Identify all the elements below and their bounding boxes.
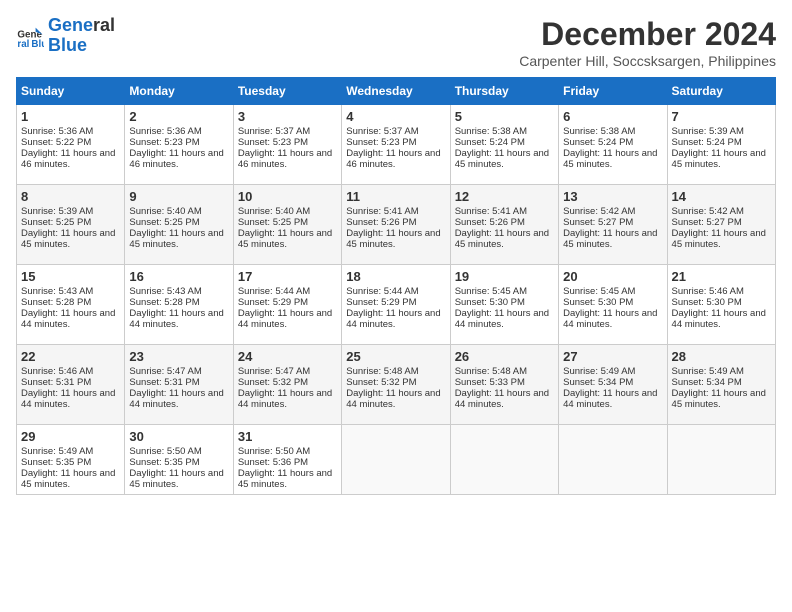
col-wednesday: Wednesday xyxy=(342,78,450,105)
month-title: December 2024 xyxy=(519,16,776,53)
table-row: 9Sunrise: 5:40 AMSunset: 5:25 PMDaylight… xyxy=(125,185,233,265)
calendar-week-2: 8Sunrise: 5:39 AMSunset: 5:25 PMDaylight… xyxy=(17,185,776,265)
header-row: Sunday Monday Tuesday Wednesday Thursday… xyxy=(17,78,776,105)
logo-icon: Gene ral Blue xyxy=(16,22,44,50)
col-monday: Monday xyxy=(125,78,233,105)
location: Carpenter Hill, Soccsksargen, Philippine… xyxy=(519,53,776,69)
table-row: 28Sunrise: 5:49 AMSunset: 5:34 PMDayligh… xyxy=(667,345,775,425)
table-row: 25Sunrise: 5:48 AMSunset: 5:32 PMDayligh… xyxy=(342,345,450,425)
calendar-week-5: 29Sunrise: 5:49 AMSunset: 5:35 PMDayligh… xyxy=(17,425,776,495)
table-row: 17Sunrise: 5:44 AMSunset: 5:29 PMDayligh… xyxy=(233,265,341,345)
table-row: 7Sunrise: 5:39 AMSunset: 5:24 PMDaylight… xyxy=(667,105,775,185)
table-row: 20Sunrise: 5:45 AMSunset: 5:30 PMDayligh… xyxy=(559,265,667,345)
table-row: 13Sunrise: 5:42 AMSunset: 5:27 PMDayligh… xyxy=(559,185,667,265)
page-header: Gene ral Blue GeneralBlue December 2024 … xyxy=(16,16,776,69)
col-thursday: Thursday xyxy=(450,78,558,105)
svg-text:ral: ral xyxy=(17,39,29,50)
table-row: 19Sunrise: 5:45 AMSunset: 5:30 PMDayligh… xyxy=(450,265,558,345)
calendar-week-1: 1Sunrise: 5:36 AMSunset: 5:22 PMDaylight… xyxy=(17,105,776,185)
table-row: 2Sunrise: 5:36 AMSunset: 5:23 PMDaylight… xyxy=(125,105,233,185)
title-block: December 2024 Carpenter Hill, Soccsksarg… xyxy=(519,16,776,69)
table-row: 6Sunrise: 5:38 AMSunset: 5:24 PMDaylight… xyxy=(559,105,667,185)
calendar-week-3: 15Sunrise: 5:43 AMSunset: 5:28 PMDayligh… xyxy=(17,265,776,345)
table-row: 31Sunrise: 5:50 AMSunset: 5:36 PMDayligh… xyxy=(233,425,341,495)
table-row: 14Sunrise: 5:42 AMSunset: 5:27 PMDayligh… xyxy=(667,185,775,265)
table-row: 12Sunrise: 5:41 AMSunset: 5:26 PMDayligh… xyxy=(450,185,558,265)
table-row: 26Sunrise: 5:48 AMSunset: 5:33 PMDayligh… xyxy=(450,345,558,425)
table-row xyxy=(342,425,450,495)
col-friday: Friday xyxy=(559,78,667,105)
table-row: 5Sunrise: 5:38 AMSunset: 5:24 PMDaylight… xyxy=(450,105,558,185)
table-row: 29Sunrise: 5:49 AMSunset: 5:35 PMDayligh… xyxy=(17,425,125,495)
svg-text:Blue: Blue xyxy=(31,39,44,50)
logo: Gene ral Blue GeneralBlue xyxy=(16,16,115,56)
logo-text: GeneralBlue xyxy=(48,16,115,56)
calendar-week-4: 22Sunrise: 5:46 AMSunset: 5:31 PMDayligh… xyxy=(17,345,776,425)
table-row: 21Sunrise: 5:46 AMSunset: 5:30 PMDayligh… xyxy=(667,265,775,345)
table-row: 3Sunrise: 5:37 AMSunset: 5:23 PMDaylight… xyxy=(233,105,341,185)
col-tuesday: Tuesday xyxy=(233,78,341,105)
table-row: 22Sunrise: 5:46 AMSunset: 5:31 PMDayligh… xyxy=(17,345,125,425)
table-row xyxy=(450,425,558,495)
table-row: 1Sunrise: 5:36 AMSunset: 5:22 PMDaylight… xyxy=(17,105,125,185)
table-row: 27Sunrise: 5:49 AMSunset: 5:34 PMDayligh… xyxy=(559,345,667,425)
col-saturday: Saturday xyxy=(667,78,775,105)
calendar-table: Sunday Monday Tuesday Wednesday Thursday… xyxy=(16,77,776,495)
table-row: 10Sunrise: 5:40 AMSunset: 5:25 PMDayligh… xyxy=(233,185,341,265)
col-sunday: Sunday xyxy=(17,78,125,105)
table-row xyxy=(559,425,667,495)
table-row: 16Sunrise: 5:43 AMSunset: 5:28 PMDayligh… xyxy=(125,265,233,345)
table-row xyxy=(667,425,775,495)
table-row: 18Sunrise: 5:44 AMSunset: 5:29 PMDayligh… xyxy=(342,265,450,345)
table-row: 24Sunrise: 5:47 AMSunset: 5:32 PMDayligh… xyxy=(233,345,341,425)
table-row: 11Sunrise: 5:41 AMSunset: 5:26 PMDayligh… xyxy=(342,185,450,265)
table-row: 8Sunrise: 5:39 AMSunset: 5:25 PMDaylight… xyxy=(17,185,125,265)
table-row: 15Sunrise: 5:43 AMSunset: 5:28 PMDayligh… xyxy=(17,265,125,345)
table-row: 30Sunrise: 5:50 AMSunset: 5:35 PMDayligh… xyxy=(125,425,233,495)
table-row: 23Sunrise: 5:47 AMSunset: 5:31 PMDayligh… xyxy=(125,345,233,425)
table-row: 4Sunrise: 5:37 AMSunset: 5:23 PMDaylight… xyxy=(342,105,450,185)
